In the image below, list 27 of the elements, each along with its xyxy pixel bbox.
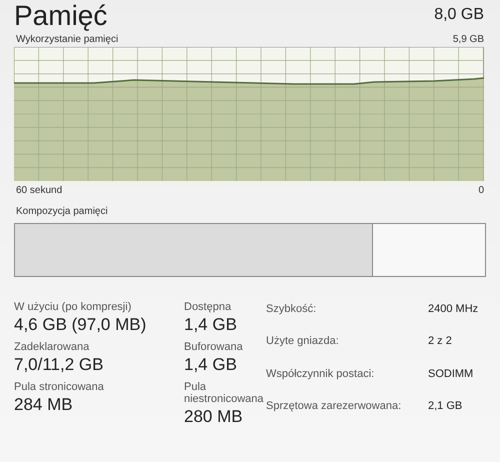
graph-min: 0 — [478, 185, 484, 196]
stat-label: W użyciu (po kompresji) — [14, 301, 132, 313]
graph-label: Wykorzystanie pamięci — [16, 34, 118, 45]
stat-value: 1,4 GB — [184, 355, 238, 375]
stat-value: 284 MB — [14, 395, 74, 415]
stat-label: Dostępna — [184, 301, 232, 313]
stat-value: 1,4 GB — [184, 315, 238, 335]
composition-label: Kompozycja pamięci — [16, 206, 108, 217]
stat-label: Pula niestronicowana — [184, 381, 262, 405]
detail-label: Szybkość: — [266, 303, 318, 317]
stat-value: 7,0/11,2 GB — [14, 355, 104, 375]
stat-value: 4,6 GB (97,0 MB) — [14, 315, 148, 335]
graph-max: 5,9 GB — [452, 34, 484, 45]
detail-value: SODIMM — [428, 368, 474, 382]
detail-value: 2,1 GB — [428, 400, 464, 414]
time-span-label: 60 sekund — [16, 185, 62, 196]
stat-label: Buforowana — [184, 341, 244, 353]
detail-label: Sprzętowa zarezerwowana: — [266, 400, 402, 414]
total-memory: 8,0 GB — [434, 6, 484, 24]
stat-value: 280 MB — [184, 407, 244, 427]
stat-label: Zadeklarowana — [14, 341, 90, 353]
detail-value: 2 z 2 — [428, 335, 453, 350]
page-title: Pamięć — [14, 2, 108, 30]
stat-label: Pula stronicowana — [14, 381, 105, 393]
detail-label: Współczynnik postaci: — [266, 368, 376, 382]
detail-value: 2400 MHz — [428, 303, 478, 317]
detail-label: Użyte gniazda: — [266, 335, 340, 350]
